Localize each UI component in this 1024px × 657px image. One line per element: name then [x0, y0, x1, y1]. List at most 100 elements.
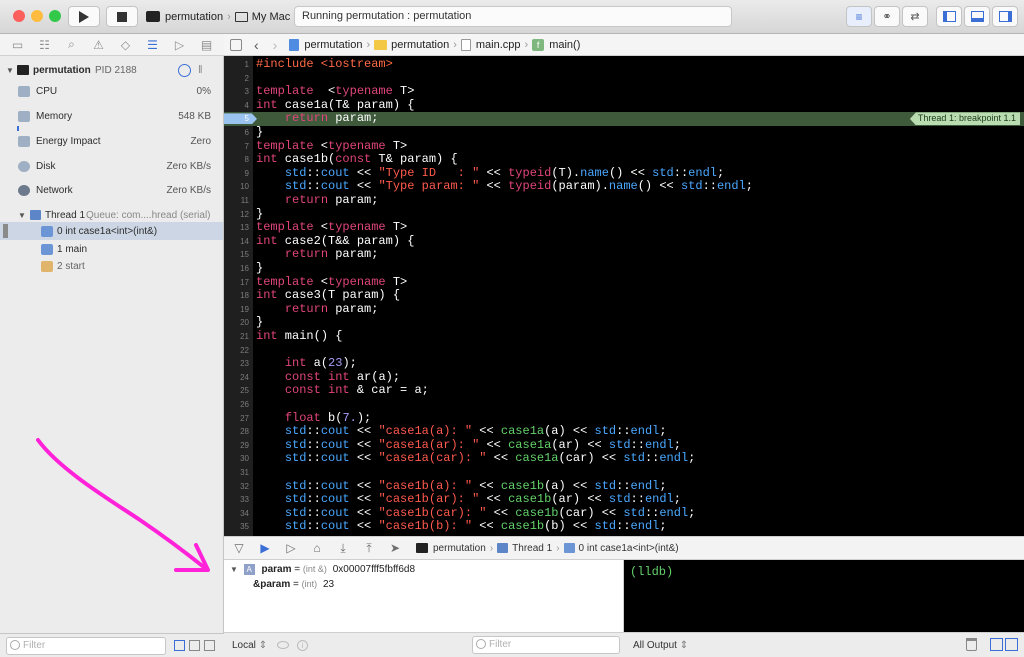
code-line[interactable]: 33 std::cout << "case1b(ar): " << case1b… [224, 492, 1024, 507]
info-icon[interactable]: i [297, 639, 309, 651]
debug-navigator-icon[interactable]: ☰ [144, 38, 162, 52]
version-editor-button[interactable]: ⇄ [902, 6, 928, 27]
code-line[interactable]: 26 [224, 398, 1024, 412]
code-line[interactable]: 14 int case2(T&& param) { [224, 234, 1024, 249]
scope-selector[interactable]: Local ⇕ [232, 640, 267, 651]
code-line[interactable]: 9 std::cout << "Type ID : " << typeid(T)… [224, 166, 1024, 181]
zoom-window-button[interactable] [49, 10, 61, 22]
standard-editor-button[interactable]: ≡ [846, 6, 872, 27]
breakpoint-navigator-tag-icon[interactable]: ▷ [171, 38, 189, 52]
gauge-network[interactable]: Network Zero KB/s [0, 181, 223, 199]
show-console-icon[interactable] [1005, 638, 1018, 651]
breadcrumb-project[interactable]: permutation [304, 39, 362, 51]
debug-crumb-frame[interactable]: 0 int case1a<int>(int&) [579, 543, 679, 554]
breadcrumb-folder[interactable]: permutation [391, 39, 449, 51]
run-button[interactable] [68, 6, 100, 27]
quick-look-eye-icon[interactable] [277, 641, 290, 649]
issue-navigator-warning-icon[interactable]: ⚠ [90, 38, 108, 52]
code-line[interactable]: 24 const int ar(a); [224, 370, 1024, 385]
stack-frame-0[interactable]: 0 int case1a<int>(int&) [0, 222, 223, 240]
code-line[interactable]: 10 std::cout << "Type param: " << typeid… [224, 180, 1024, 194]
code-line[interactable]: 11 return param; [224, 193, 1024, 208]
stack-frame-2[interactable]: 2 start [0, 257, 223, 275]
code-line[interactable]: 22 [224, 344, 1024, 358]
trash-icon[interactable] [966, 638, 977, 651]
stack-frame-1[interactable]: 1 main [0, 240, 223, 258]
test-navigator-diamond-icon[interactable]: ◇ [117, 38, 135, 52]
code-line[interactable]: 28 std::cout << "case1a(a): " << case1a(… [224, 424, 1024, 439]
code-line[interactable]: 21 int main() { [224, 329, 1024, 344]
gauge-clock-icon[interactable] [178, 63, 191, 77]
symbol-navigator-icon[interactable]: ☷ [36, 38, 54, 52]
find-navigator-search-icon[interactable]: ⌕ [63, 37, 81, 52]
breakpoints-toggle-icon[interactable]: ▶ [252, 541, 278, 555]
step-over-icon[interactable]: ⌂ [304, 541, 330, 555]
simulate-location-icon[interactable]: ➤ [382, 541, 408, 555]
forward-chevron-icon[interactable]: › [273, 37, 278, 53]
code-line[interactable]: 3 template <typename T> [224, 84, 1024, 99]
gauge-energy[interactable]: Energy Impact Zero [0, 132, 223, 150]
show-threads-icon[interactable] [204, 640, 215, 651]
variables-filter-field[interactable]: Filter [472, 636, 620, 654]
close-window-button[interactable] [13, 10, 25, 22]
debug-crumb-process[interactable]: permutation [433, 543, 486, 554]
source-editor[interactable]: 1 #include <iostream> 2 3 template <typename… [224, 56, 1024, 536]
code-line[interactable]: 31 [224, 466, 1024, 480]
continue-icon[interactable]: ▷ [278, 541, 304, 555]
breadcrumb-function[interactable]: main() [549, 39, 580, 51]
gauge-memory[interactable]: Memory 548 KB [0, 107, 223, 125]
assistant-editor-button[interactable]: ⚭ [874, 6, 900, 27]
navigator-filter-field[interactable]: Filter [6, 637, 166, 655]
hide-debug-area-icon[interactable]: ▽ [226, 541, 252, 555]
code-line[interactable]: 35 std::cout << "case1b(b): " << case1b(… [224, 520, 1024, 534]
show-variables-view-icon[interactable] [990, 638, 1003, 651]
code-line[interactable]: 29 std::cout << "case1a(ar): " << case1a… [224, 438, 1024, 453]
process-row[interactable]: ▼ permutation PID 2188 ‖ [0, 61, 223, 79]
code-line[interactable]: 13 template <typename T> [224, 220, 1024, 235]
variable-row[interactable]: &param = (int) 23 [253, 577, 334, 591]
report-navigator-speech-icon[interactable]: ▤ [198, 38, 216, 52]
code-line[interactable]: 17 template <typename T> [224, 275, 1024, 290]
code-line[interactable]: 18 int case3(T param) { [224, 288, 1024, 303]
toggle-navigator-button[interactable] [936, 6, 962, 27]
code-line[interactable]: 30 std::cout << "case1a(car): " << case1… [224, 452, 1024, 466]
code-line[interactable]: 8 int case1b(const T& param) { [224, 152, 1024, 167]
disclosure-triangle-icon[interactable]: ▼ [18, 211, 26, 220]
pause-bars-icon[interactable]: ‖ [198, 64, 203, 76]
gauge-disk[interactable]: Disk Zero KB/s [0, 157, 223, 175]
toggle-debug-area-button[interactable] [964, 6, 990, 27]
show-only-crashed-icon[interactable] [174, 640, 185, 651]
code-line[interactable]: 6} [224, 125, 1024, 140]
code-line[interactable]: 1 #include <iostream> [224, 57, 1024, 72]
step-into-icon[interactable]: ⤓ [330, 541, 356, 556]
code-line[interactable]: 27 float b(7.); [224, 411, 1024, 426]
code-line[interactable]: 4 int case1a(T& param) { [224, 98, 1024, 113]
code-line[interactable]: 12} [224, 207, 1024, 222]
show-running-icon[interactable] [189, 640, 200, 651]
variable-row[interactable]: ▼ A param = (int &) 0x00007fff5fbff6d8 [230, 562, 415, 576]
code-line[interactable]: 7 template <typename T> [224, 139, 1024, 154]
debug-crumb-thread[interactable]: Thread 1 [512, 543, 552, 554]
code-line[interactable]: 16} [224, 261, 1024, 276]
code-line[interactable]: 15 return param; [224, 248, 1024, 262]
code-line[interactable]: 23 int a(23); [224, 356, 1024, 371]
related-items-grid-icon[interactable] [230, 38, 242, 51]
output-selector[interactable]: All Output ⇕ [633, 640, 688, 651]
scheme-selector[interactable]: permutation › My Mac [146, 6, 290, 27]
step-out-icon[interactable]: ⤒ [356, 541, 382, 556]
disclosure-triangle-icon[interactable]: ▼ [6, 66, 14, 75]
gauge-cpu[interactable]: CPU 0% [0, 82, 223, 100]
code-line[interactable]: 5 return param; Thread 1: breakpoint 1.1 [224, 112, 1024, 126]
breadcrumb-file[interactable]: main.cpp [476, 39, 521, 51]
minimize-window-button[interactable] [31, 10, 43, 22]
code-line[interactable]: 20} [224, 316, 1024, 330]
code-line[interactable]: 34 std::cout << "case1b(car): " << case1… [224, 506, 1024, 521]
project-navigator-folder-icon[interactable]: ▭ [9, 38, 27, 52]
back-chevron-icon[interactable]: ‹ [254, 37, 259, 53]
stop-button[interactable] [106, 6, 138, 27]
code-line[interactable]: 2 [224, 72, 1024, 86]
disclosure-triangle-icon[interactable]: ▼ [230, 565, 238, 574]
lldb-console[interactable]: (lldb) [624, 560, 1024, 632]
toggle-utilities-button[interactable] [992, 6, 1018, 27]
code-line[interactable]: 32 std::cout << "case1b(a): " << case1b(… [224, 479, 1024, 494]
